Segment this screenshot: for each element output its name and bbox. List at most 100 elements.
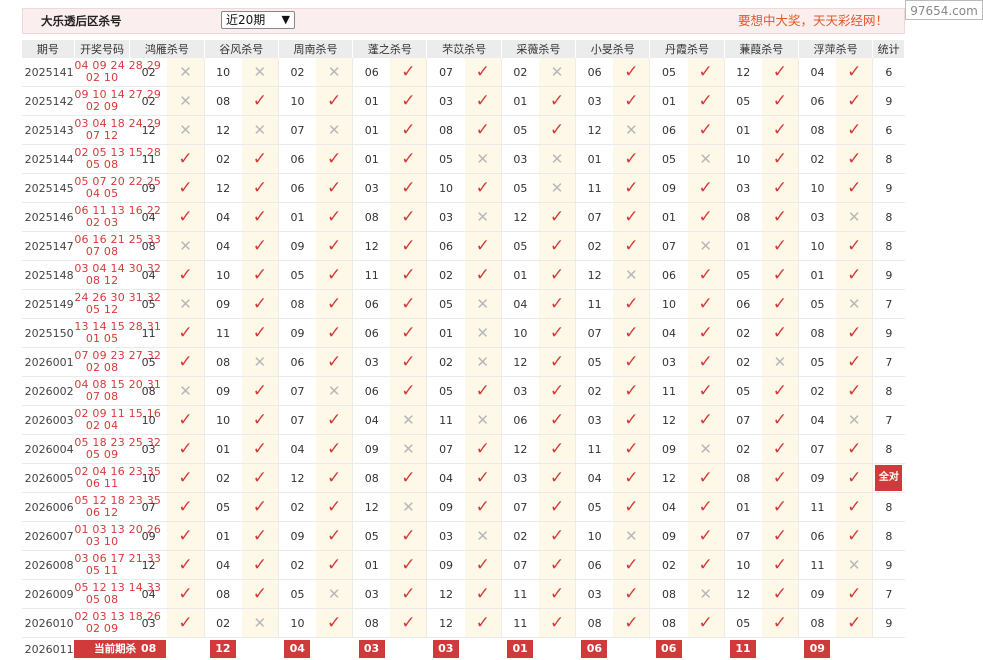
result-cell: ✓ (390, 145, 427, 174)
kill-pick: 03 (427, 203, 465, 232)
back-numbers: 07 08 (74, 391, 129, 403)
check-icon: ✓ (698, 497, 712, 517)
check-icon: ✓ (401, 468, 415, 488)
period-select-value: 近20期 (226, 12, 265, 28)
check-icon: ✓ (253, 584, 267, 604)
current-pick-cell: 06 (576, 638, 614, 660)
issue-number: 2026007 (22, 522, 74, 551)
hit-count: 全对 (873, 464, 905, 493)
result-cell: ✓ (465, 551, 502, 580)
header-expert: 周南杀号 (278, 40, 352, 58)
result-cell: ✓ (316, 609, 353, 638)
result-cell: ✓ (242, 261, 279, 290)
draw-numbers: 09 10 14 27 2902 09 (74, 87, 129, 116)
cross-icon: ✕ (179, 121, 192, 139)
result-cell: ✓ (539, 232, 576, 261)
issue-number: 2026010 (22, 609, 74, 638)
kill-pick: 01 (724, 116, 762, 145)
kill-pick: 01 (576, 145, 614, 174)
result-cell: ✓ (836, 609, 873, 638)
result-cell: ✓ (316, 261, 353, 290)
check-icon: ✓ (327, 352, 341, 372)
kill-pick: 02 (204, 145, 242, 174)
hit-count: 8 (873, 203, 905, 232)
header-expert: 芣苡杀号 (427, 40, 501, 58)
check-icon: ✓ (624, 62, 638, 82)
check-icon: ✓ (476, 62, 490, 82)
kill-pick: 10 (724, 145, 762, 174)
kill-pick: 03 (576, 87, 614, 116)
result-cell: ✕ (242, 116, 279, 145)
kill-pick: 02 (798, 377, 836, 406)
kill-pick: 02 (278, 551, 316, 580)
result-cell: ✕ (762, 348, 799, 377)
kill-pick: 01 (650, 203, 688, 232)
kill-pick: 12 (724, 58, 762, 87)
kill-pick: 04 (427, 464, 465, 493)
check-icon: ✓ (847, 265, 861, 285)
check-icon: ✓ (550, 439, 564, 459)
current-pick-cell: 11 (724, 638, 762, 660)
check-icon: ✓ (253, 236, 267, 256)
cross-icon: ✕ (402, 411, 415, 429)
check-icon: ✓ (847, 584, 861, 604)
result-cell: ✕ (836, 551, 873, 580)
period-select[interactable]: 近20期 ▼ (221, 11, 295, 29)
empty-cell (465, 638, 502, 660)
check-icon: ✓ (550, 381, 564, 401)
result-cell: ✓ (688, 551, 725, 580)
check-icon: ✓ (401, 381, 415, 401)
draw-numbers: 03 06 17 21 3305 11 (74, 551, 129, 580)
result-cell: ✓ (390, 609, 427, 638)
kill-pick: 07 (501, 493, 539, 522)
check-icon: ✓ (847, 178, 861, 198)
result-cell: ✓ (539, 551, 576, 580)
check-icon: ✓ (550, 526, 564, 546)
result-cell: ✓ (465, 580, 502, 609)
check-icon: ✓ (624, 439, 638, 459)
result-cell: ✓ (316, 232, 353, 261)
cross-icon: ✕ (476, 295, 489, 313)
issue-number: 2025144 (22, 145, 74, 174)
check-icon: ✓ (624, 555, 638, 575)
check-icon: ✓ (178, 439, 192, 459)
kill-pick: 07 (576, 203, 614, 232)
draw-numbers: 02 09 11 15 1602 04 (74, 406, 129, 435)
result-cell: ✓ (167, 261, 204, 290)
check-icon: ✓ (847, 236, 861, 256)
result-cell: ✕ (613, 261, 650, 290)
hit-count: 8 (873, 232, 905, 261)
check-icon: ✓ (550, 120, 564, 140)
kill-pick: 09 (278, 319, 316, 348)
check-icon: ✓ (476, 120, 490, 140)
hit-count: 7 (873, 406, 905, 435)
check-icon: ✓ (178, 178, 192, 198)
kill-pick: 09 (798, 580, 836, 609)
check-icon: ✓ (773, 526, 787, 546)
check-icon: ✓ (624, 91, 638, 111)
result-cell: ✕ (167, 232, 204, 261)
table-row: 202600803 06 17 21 3305 1112✓04✓02✓01✓09… (22, 551, 905, 580)
check-icon: ✓ (773, 555, 787, 575)
kill-pick: 07 (724, 406, 762, 435)
back-numbers: 05 08 (74, 594, 129, 606)
check-icon: ✓ (698, 526, 712, 546)
kill-pick: 07 (724, 522, 762, 551)
kill-pick: 05 (798, 290, 836, 319)
kill-pick: 06 (576, 58, 614, 87)
result-cell: ✕ (465, 203, 502, 232)
result-cell: ✓ (390, 551, 427, 580)
kill-pick: 05 (353, 522, 391, 551)
cross-icon: ✕ (551, 63, 564, 81)
kill-pick: 10 (798, 174, 836, 203)
result-cell: ✓ (836, 319, 873, 348)
kill-pick: 06 (278, 174, 316, 203)
cross-icon: ✕ (699, 440, 712, 458)
result-cell: ✓ (242, 464, 279, 493)
result-cell: ✓ (539, 464, 576, 493)
result-cell: ✕ (316, 58, 353, 87)
kill-pick: 11 (798, 551, 836, 580)
kill-pick: 01 (724, 493, 762, 522)
check-icon: ✓ (847, 468, 861, 488)
empty-cell (836, 638, 873, 660)
